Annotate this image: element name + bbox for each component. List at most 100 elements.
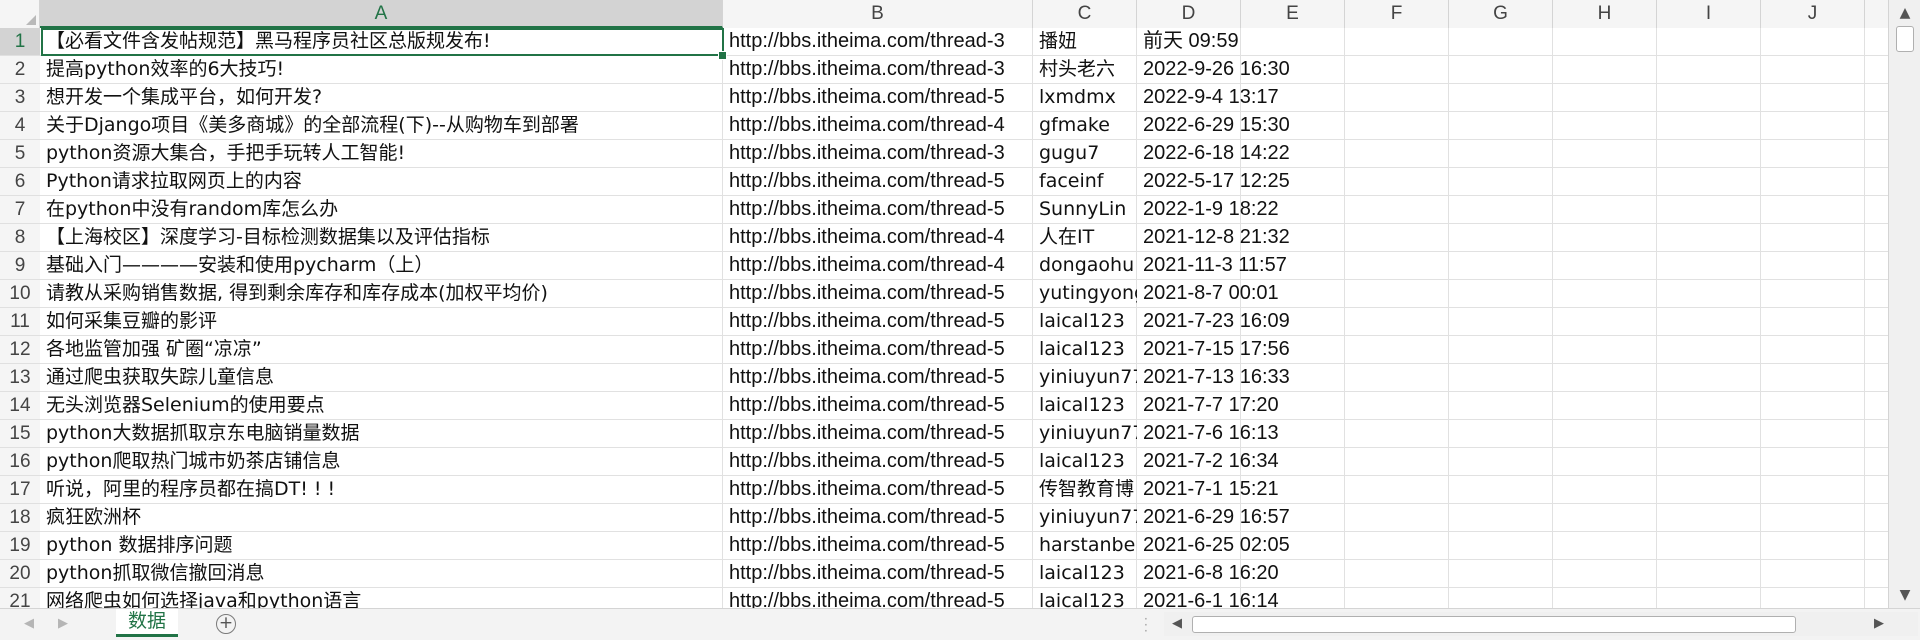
- cell-b1[interactable]: http://bbs.itheima.com/thread-3: [723, 28, 1033, 55]
- row-header[interactable]: 19: [0, 532, 40, 560]
- cell-d4[interactable]: 2022-6-29 15:30: [1137, 112, 1337, 139]
- cell-grid[interactable]: 【必看文件含发帖规范】黑马程序员社区总版规发布! http://bbs.ithei…: [40, 28, 1888, 608]
- cell-d3[interactable]: 2022-9-4 13:17: [1137, 84, 1337, 111]
- cell-a17[interactable]: 听说，阿里的程序员都在搞DT! ! !: [40, 476, 723, 503]
- cell-d9[interactable]: 2021-11-3 11:57: [1137, 252, 1337, 279]
- cell-c19[interactable]: harstanber: [1033, 532, 1137, 559]
- cell-c14[interactable]: laical123: [1033, 392, 1137, 419]
- cell-a8[interactable]: 【上海校区】深度学习-目标检测数据集以及评估指标: [40, 224, 723, 251]
- cell-d13[interactable]: 2021-7-13 16:33: [1137, 364, 1337, 391]
- cell-d1[interactable]: 前天 09:59: [1137, 28, 1337, 55]
- row-header[interactable]: 4: [0, 112, 40, 140]
- cell-a7[interactable]: 在python中没有random库怎么办: [40, 196, 723, 223]
- cell-d7[interactable]: 2022-1-9 18:22: [1137, 196, 1337, 223]
- row-header[interactable]: 17: [0, 476, 40, 504]
- cell-b14[interactable]: http://bbs.itheima.com/thread-5: [723, 392, 1033, 419]
- cell-d12[interactable]: 2021-7-15 17:56: [1137, 336, 1337, 363]
- row-header[interactable]: 10: [0, 280, 40, 308]
- cell-b2[interactable]: http://bbs.itheima.com/thread-3: [723, 56, 1033, 83]
- cell-c7[interactable]: SunnyLin: [1033, 196, 1137, 223]
- cell-b12[interactable]: http://bbs.itheima.com/thread-5: [723, 336, 1033, 363]
- plus-circle-icon[interactable]: +: [216, 614, 236, 634]
- cell-b16[interactable]: http://bbs.itheima.com/thread-5: [723, 448, 1033, 475]
- cell-d18[interactable]: 2021-6-29 16:57: [1137, 504, 1337, 531]
- cell-c15[interactable]: yiniuyun77: [1033, 420, 1137, 447]
- cell-c2[interactable]: 村头老六: [1033, 56, 1137, 83]
- cell-d10[interactable]: 2021-8-7 00:01: [1137, 280, 1337, 307]
- cell-a2[interactable]: 提高python效率的6大技巧!: [40, 56, 723, 83]
- cell-a4[interactable]: 关于Django项目《美多商城》的全部流程(下)--从购物车到部署: [40, 112, 723, 139]
- cell-a18[interactable]: 疯狂欧洲杯: [40, 504, 723, 531]
- cell-a19[interactable]: python 数据排序问题: [40, 532, 723, 559]
- column-header-f[interactable]: F: [1345, 0, 1449, 28]
- cell-b21[interactable]: http://bbs.itheima.com/thread-5: [723, 588, 1033, 608]
- cell-a11[interactable]: 如何采集豆瓣的影评: [40, 308, 723, 335]
- row-header[interactable]: 16: [0, 448, 40, 476]
- cell-d8[interactable]: 2021-12-8 21:32: [1137, 224, 1337, 251]
- cell-c13[interactable]: yiniuyun77: [1033, 364, 1137, 391]
- row-header[interactable]: 9: [0, 252, 40, 280]
- row-header[interactable]: 3: [0, 84, 40, 112]
- cell-b5[interactable]: http://bbs.itheima.com/thread-3: [723, 140, 1033, 167]
- cell-c17[interactable]: 传智教育博: [1033, 476, 1137, 503]
- cell-b9[interactable]: http://bbs.itheima.com/thread-4: [723, 252, 1033, 279]
- cell-b8[interactable]: http://bbs.itheima.com/thread-4: [723, 224, 1033, 251]
- cell-d20[interactable]: 2021-6-8 16:20: [1137, 560, 1337, 587]
- cell-b13[interactable]: http://bbs.itheima.com/thread-5: [723, 364, 1033, 391]
- cell-a9[interactable]: 基础入门————安装和使用pycharm（上）: [40, 252, 723, 279]
- cell-b17[interactable]: http://bbs.itheima.com/thread-5: [723, 476, 1033, 503]
- row-header[interactable]: 12: [0, 336, 40, 364]
- select-all-button[interactable]: [0, 0, 40, 28]
- cell-c20[interactable]: laical123: [1033, 560, 1137, 587]
- row-header[interactable]: 13: [0, 364, 40, 392]
- cell-b20[interactable]: http://bbs.itheima.com/thread-5: [723, 560, 1033, 587]
- row-header[interactable]: 14: [0, 392, 40, 420]
- column-header-a[interactable]: A: [40, 0, 723, 28]
- caret-left-icon[interactable]: ◀: [1166, 612, 1188, 636]
- cell-d5[interactable]: 2022-6-18 14:22: [1137, 140, 1337, 167]
- cell-c12[interactable]: laical123: [1033, 336, 1137, 363]
- cell-d19[interactable]: 2021-6-25 02:05: [1137, 532, 1337, 559]
- cell-a16[interactable]: python爬取热门城市奶茶店铺信息: [40, 448, 723, 475]
- cell-b11[interactable]: http://bbs.itheima.com/thread-5: [723, 308, 1033, 335]
- vertical-scroll-thumb[interactable]: [1896, 26, 1914, 52]
- caret-down-icon[interactable]: ▼: [1893, 585, 1917, 605]
- cell-c3[interactable]: lxmdmx: [1033, 84, 1137, 111]
- row-header[interactable]: 15: [0, 420, 40, 448]
- caret-right-icon[interactable]: ▶: [1868, 612, 1890, 636]
- sheet-tab-data[interactable]: 数据: [116, 609, 178, 637]
- cell-b4[interactable]: http://bbs.itheima.com/thread-4: [723, 112, 1033, 139]
- horizontal-scroll-thumb[interactable]: [1192, 616, 1796, 633]
- horizontal-scrollbar[interactable]: ◀ ▶: [1164, 612, 1892, 636]
- cell-c21[interactable]: laical123: [1033, 588, 1137, 608]
- cell-d17[interactable]: 2021-7-1 15:21: [1137, 476, 1337, 503]
- split-handle-icon[interactable]: · · ·: [1144, 613, 1148, 637]
- row-header[interactable]: 1: [0, 28, 40, 56]
- fill-handle[interactable]: [718, 51, 727, 60]
- cell-c10[interactable]: yutingyong: [1033, 280, 1137, 307]
- cell-a21[interactable]: 网络爬虫如何选择java和python语言: [40, 588, 723, 608]
- column-header-i[interactable]: I: [1657, 0, 1761, 28]
- cell-d21[interactable]: 2021-6-1 16:14: [1137, 588, 1337, 608]
- row-header[interactable]: 6: [0, 168, 40, 196]
- row-header[interactable]: 18: [0, 504, 40, 532]
- column-header-h[interactable]: H: [1553, 0, 1657, 28]
- cell-c1[interactable]: 播妞: [1033, 28, 1137, 55]
- cell-c4[interactable]: gfmake: [1033, 112, 1137, 139]
- cell-b6[interactable]: http://bbs.itheima.com/thread-5: [723, 168, 1033, 195]
- cell-d16[interactable]: 2021-7-2 16:34: [1137, 448, 1337, 475]
- cell-c9[interactable]: dongaohu: [1033, 252, 1137, 279]
- vertical-scrollbar[interactable]: ▲ ▼: [1888, 0, 1920, 608]
- cell-c5[interactable]: gugu7: [1033, 140, 1137, 167]
- cell-b18[interactable]: http://bbs.itheima.com/thread-5: [723, 504, 1033, 531]
- column-header-d[interactable]: D: [1137, 0, 1241, 28]
- cell-a13[interactable]: 通过爬虫获取失踪儿童信息: [40, 364, 723, 391]
- column-header-c[interactable]: C: [1033, 0, 1137, 28]
- column-header-g[interactable]: G: [1449, 0, 1553, 28]
- chevron-left-icon[interactable]: ◀: [20, 615, 38, 633]
- cell-c18[interactable]: yiniuyun77: [1033, 504, 1137, 531]
- cell-b19[interactable]: http://bbs.itheima.com/thread-5: [723, 532, 1033, 559]
- cell-a12[interactable]: 各地监管加强 矿圈“凉凉”: [40, 336, 723, 363]
- row-header[interactable]: 8: [0, 224, 40, 252]
- cell-c11[interactable]: laical123: [1033, 308, 1137, 335]
